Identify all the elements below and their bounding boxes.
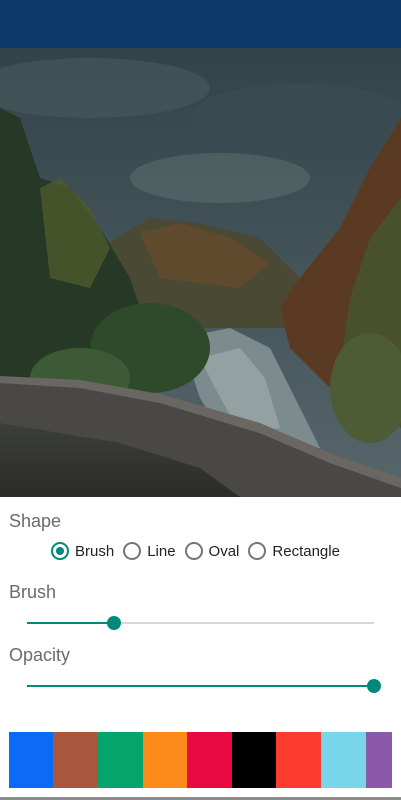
radio-brush[interactable] bbox=[51, 542, 69, 560]
shape-option-brush[interactable]: Brush bbox=[51, 542, 114, 560]
slider-fill bbox=[27, 622, 114, 624]
slider-thumb[interactable] bbox=[367, 679, 381, 693]
color-swatch-light-blue[interactable] bbox=[321, 732, 366, 788]
brush-size-slider[interactable] bbox=[27, 613, 374, 633]
landscape-photo bbox=[0, 48, 401, 497]
radio-label-line: Line bbox=[147, 542, 176, 560]
radio-label-brush: Brush bbox=[75, 542, 115, 560]
shape-radio-group: Brush Line Oval Rectangle bbox=[51, 536, 349, 566]
color-swatch-green[interactable] bbox=[98, 732, 143, 788]
color-swatch-orange[interactable] bbox=[143, 732, 187, 788]
brush-label: Brush bbox=[9, 582, 57, 602]
opacity-slider[interactable] bbox=[27, 676, 381, 696]
opacity-label: Opacity bbox=[9, 645, 71, 665]
shape-option-rectangle[interactable]: Rectangle bbox=[248, 542, 340, 560]
color-swatch-red[interactable] bbox=[276, 732, 321, 788]
color-palette bbox=[9, 732, 392, 788]
color-swatch-blue[interactable] bbox=[9, 732, 53, 788]
slider-fill bbox=[27, 685, 374, 687]
slider-thumb[interactable] bbox=[107, 616, 121, 630]
radio-label-oval: Oval bbox=[208, 542, 240, 560]
canvas-image[interactable] bbox=[0, 48, 401, 497]
shape-label: Shape bbox=[9, 511, 62, 531]
color-swatch-black[interactable] bbox=[232, 732, 276, 788]
color-swatch-crimson[interactable] bbox=[187, 732, 232, 788]
radio-line[interactable] bbox=[123, 542, 142, 560]
color-swatch-brown[interactable] bbox=[53, 732, 98, 788]
shape-option-oval[interactable]: Oval bbox=[184, 542, 240, 560]
radio-rectangle[interactable] bbox=[248, 542, 267, 560]
radio-label-rectangle: Rectangle bbox=[272, 542, 340, 560]
shape-option-line[interactable]: Line bbox=[123, 542, 176, 560]
color-swatch-purple[interactable] bbox=[366, 732, 392, 788]
radio-oval[interactable] bbox=[184, 542, 203, 560]
app-bar bbox=[0, 0, 401, 48]
tool-panel: Shape Brush Line Oval Rectangle Brush Op… bbox=[0, 497, 401, 800]
